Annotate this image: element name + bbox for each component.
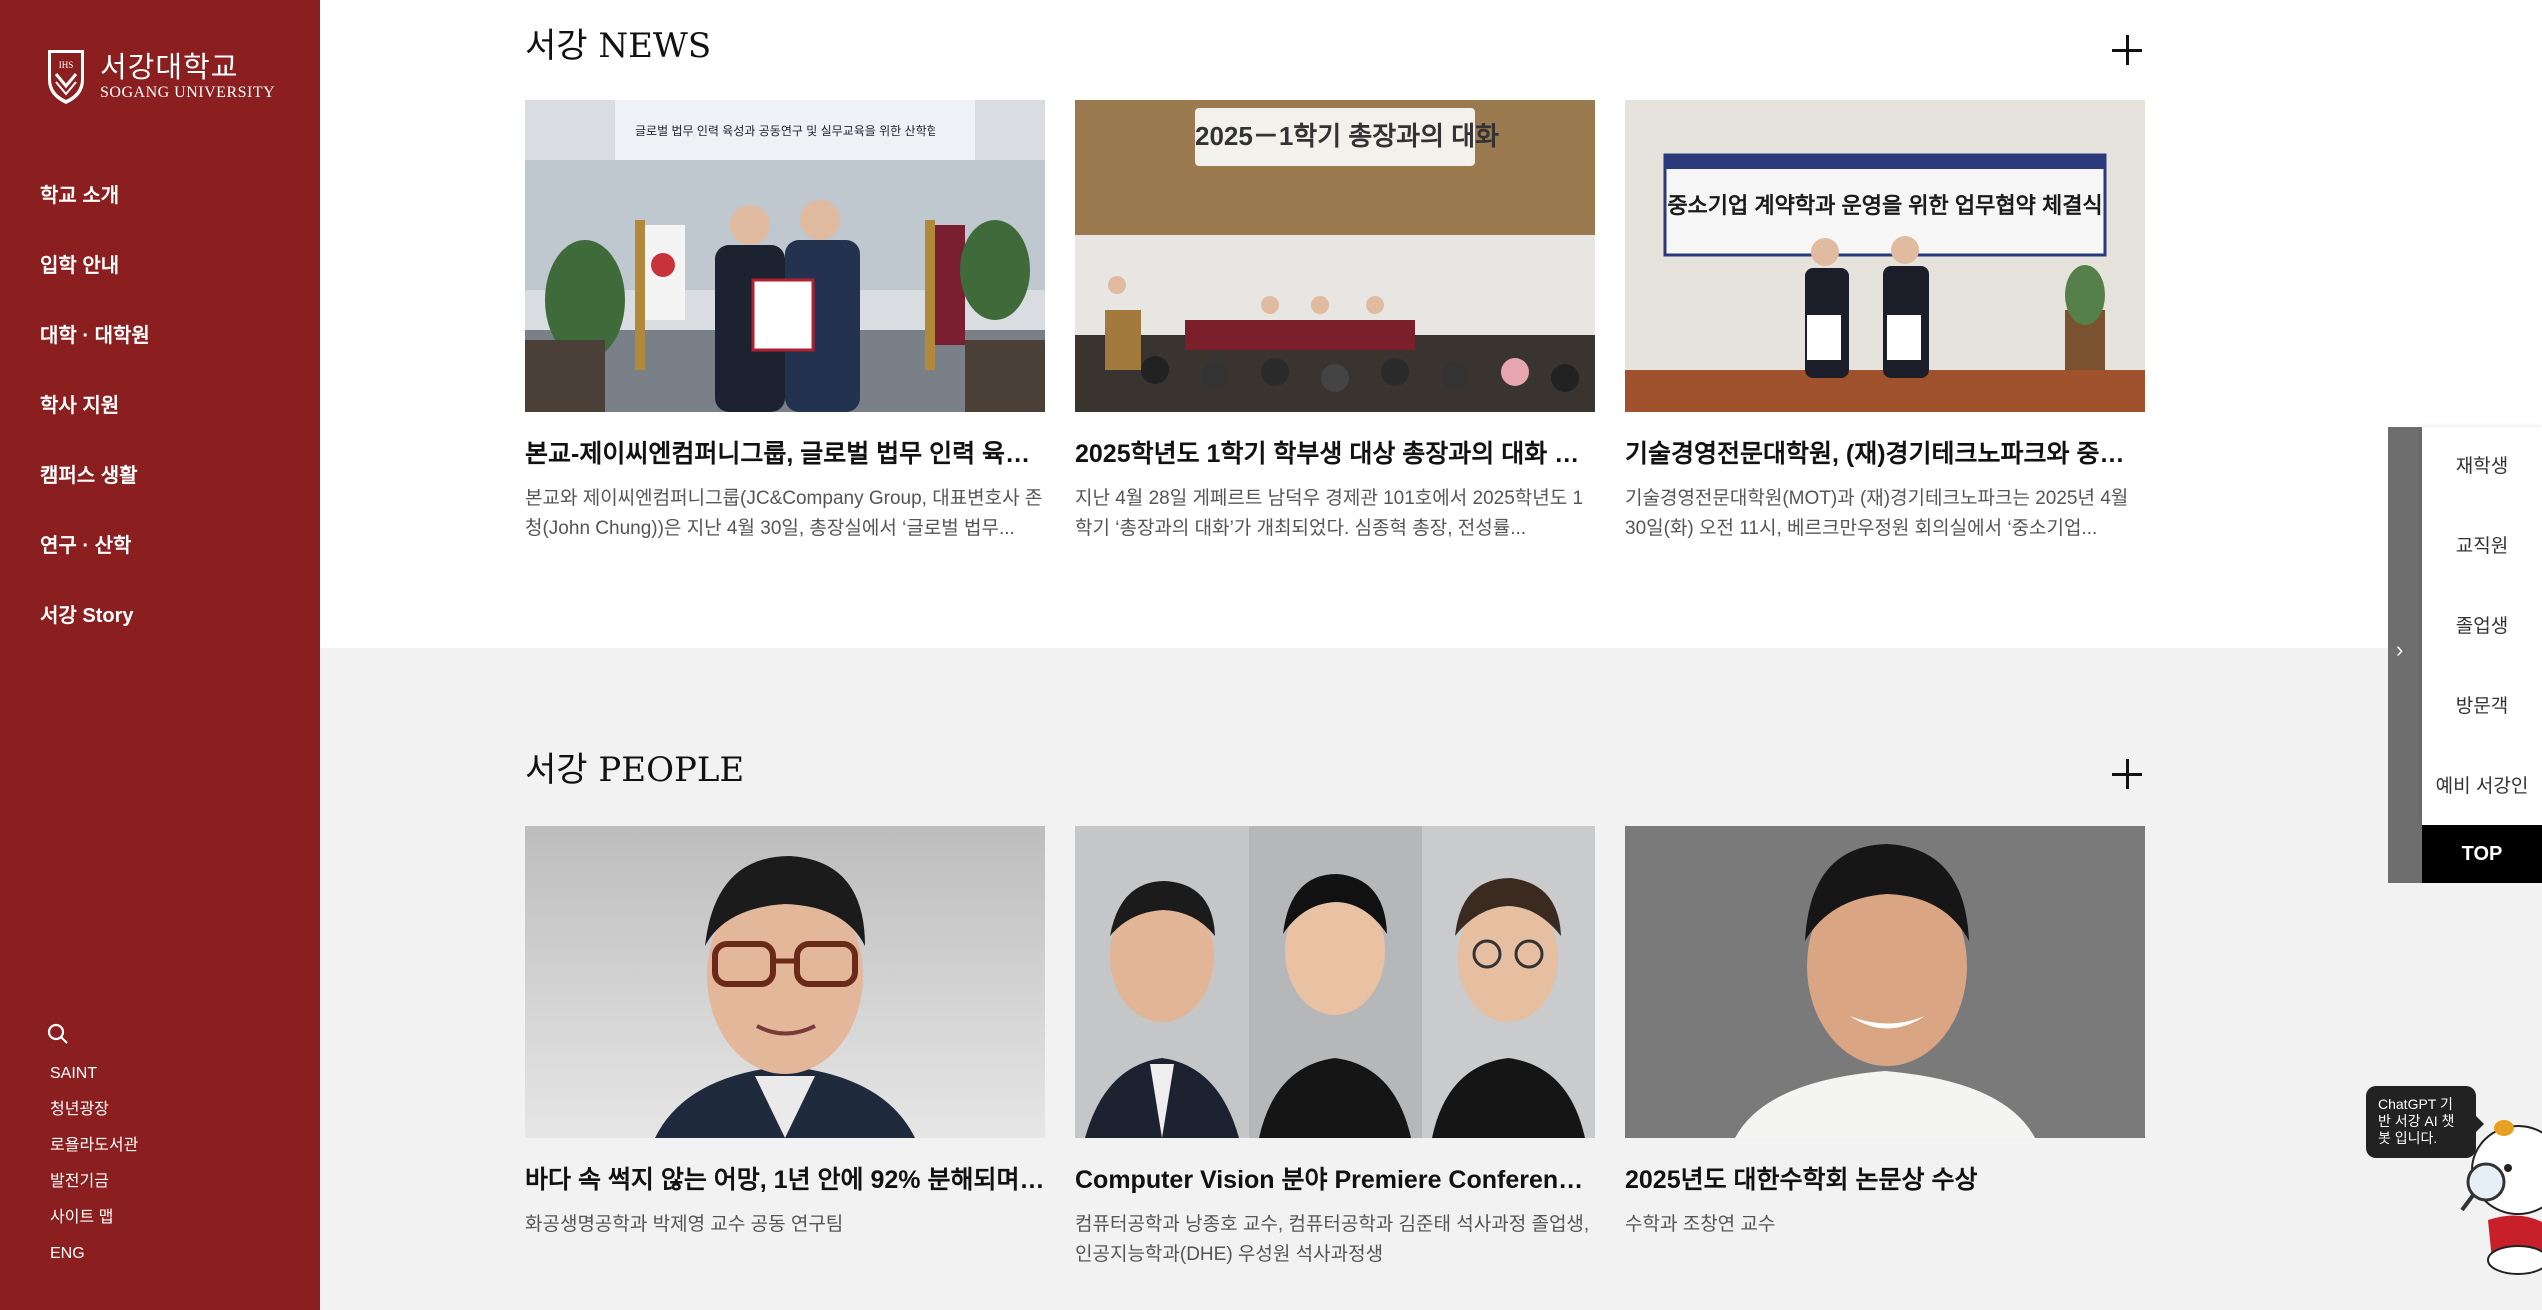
- quick-link-students[interactable]: 재학생: [2422, 427, 2542, 507]
- util-link-library[interactable]: 로욜라도서관: [46, 1128, 138, 1164]
- people-more-plus-icon[interactable]: [2112, 758, 2144, 790]
- news-banner-text: 2025－1학기 총장과의 대화: [1195, 121, 1500, 151]
- news-card-image: 글로벌 법무 인력 육성과 공동연구 및 실무교육을 위한 산학협력 협정식: [525, 100, 1045, 412]
- nav-item-story[interactable]: 서강 Story: [40, 598, 150, 668]
- people-card[interactable]: 바다 속 썩지 않는 어망, 1년 안에 92% 분해되며 튼튼한 어망 개발 …: [525, 826, 1045, 1240]
- util-link-saint[interactable]: SAINT: [46, 1056, 138, 1092]
- util-link-sitemap[interactable]: 사이트 맵: [46, 1200, 138, 1236]
- news-more-plus-icon[interactable]: [2112, 34, 2144, 66]
- nav-item-campus-life[interactable]: 캠퍼스 생활: [40, 458, 150, 528]
- news-banner-text: 중소기업 계약학과 운영을 위한 업무협약 체결식: [1667, 193, 2103, 218]
- people-card-title: Computer Vision 분야 Premiere Conference 논…: [1075, 1166, 1595, 1194]
- people-section: 서강 PEOPLE 바다 속 썩지 않는 어망, 1년 안에 92% 분해되며 …: [320, 648, 2542, 1310]
- news-card[interactable]: 글로벌 법무 인력 육성과 공동연구 및 실무교육을 위한 산학협력 협정식 본…: [525, 100, 1045, 544]
- people-card-title: 2025년도 대한수학회 논문상 수상: [1625, 1166, 1978, 1194]
- news-card-desc: 기술경영전문대학원(MOT)과 (재)경기테크노파크는 2025년 4월 30일…: [1625, 488, 2129, 539]
- people-card-image: [1075, 826, 1595, 1138]
- sogang-seal-icon: IHS: [48, 50, 84, 104]
- chatbot-mascot-icon[interactable]: [2448, 1110, 2542, 1310]
- news-section: 서강 NEWS 글로벌 법무 인력 육성과 공동연구 및 실무교육을 위한 산학…: [320, 0, 2542, 648]
- util-link-eng[interactable]: ENG: [46, 1236, 138, 1272]
- people-card-image: [1625, 826, 2145, 1138]
- news-card-title: 2025학년도 1학기 학부생 대상 총장과의 대화 진행: [1075, 440, 1595, 468]
- search-icon[interactable]: [46, 1020, 70, 1048]
- chevron-right-icon: ›: [2396, 637, 2404, 662]
- nav-item-admission[interactable]: 입학 안내: [40, 248, 150, 318]
- people-card[interactable]: 2025년도 대한수학회 논문상 수상 수학과 조창연 교수: [1625, 826, 2145, 1240]
- main-content: 서강 NEWS 글로벌 법무 인력 육성과 공동연구 및 실무교육을 위한 산학…: [320, 0, 2542, 1310]
- top-button[interactable]: TOP: [2422, 825, 2542, 883]
- people-card-title: 바다 속 썩지 않는 어망, 1년 안에 92% 분해되며 튼튼한 어망 개발: [525, 1166, 1045, 1194]
- people-card-desc: 컴퓨터공학과 낭종호 교수, 컴퓨터공학과 김준태 석사과정 졸업생, 인공지능…: [1075, 1214, 1590, 1265]
- quick-link-visitors[interactable]: 방문객: [2422, 667, 2542, 747]
- seal-text: IHS: [59, 60, 74, 70]
- logo-english: SOGANG UNIVERSITY: [100, 84, 276, 101]
- quick-menu: › 재학생 교직원 졸업생 방문객 예비 서강인 TOP: [2388, 427, 2542, 883]
- news-card-image: 중소기업 계약학과 운영을 위한 업무협약 체결식: [1625, 100, 2145, 412]
- nav-item-research[interactable]: 연구 · 산학: [40, 528, 150, 598]
- people-card[interactable]: Computer Vision 분야 Premiere Conference 논…: [1075, 826, 1595, 1270]
- quick-menu-list: 재학생 교직원 졸업생 방문객 예비 서강인: [2422, 427, 2542, 825]
- main-nav: 학교 소개 입학 안내 대학 · 대학원 학사 지원 캠퍼스 생활 연구 · 산…: [40, 178, 150, 668]
- news-card-title: 본교-제이씨엔컴퍼니그룹, 글로벌 법무 인력 육성과 공동연구 및 실무교육을…: [525, 440, 1045, 468]
- news-card-title: 기술경영전문대학원, (재)경기테크노파크와 중소기업 계약학과 운영을 위한 …: [1625, 440, 2145, 468]
- quick-link-prospective[interactable]: 예비 서강인: [2422, 747, 2542, 827]
- nav-item-about[interactable]: 학교 소개: [40, 178, 150, 248]
- sidebar: IHS 서강대학교 SOGANG UNIVERSITY 학교 소개 입학 안내 …: [0, 0, 320, 1310]
- news-card[interactable]: 2025－1학기 총장과의 대화 2025학년도 1학기 학부생 대상 총장과의…: [1075, 100, 1595, 544]
- nav-item-academic[interactable]: 학사 지원: [40, 388, 150, 458]
- people-section-title: 서강 PEOPLE: [525, 750, 745, 790]
- news-banner-text: 글로벌 법무 인력 육성과 공동연구 및 실무교육을 위한 산학협력 협정식: [635, 124, 935, 138]
- logo-korean: 서강대학교: [100, 50, 239, 84]
- util-link-fund[interactable]: 발전기금: [46, 1164, 138, 1200]
- nav-item-colleges[interactable]: 대학 · 대학원: [40, 318, 150, 388]
- news-card-image: 2025－1학기 총장과의 대화: [1075, 100, 1595, 412]
- news-card-desc: 지난 4월 28일 게페르트 남덕우 경제관 101호에서 2025학년도 1학…: [1075, 488, 1584, 539]
- people-card-image: [525, 826, 1045, 1138]
- logo[interactable]: IHS 서강대학교 SOGANG UNIVERSITY: [44, 46, 275, 108]
- people-card-desc: 화공생명공학과 박제영 교수 공동 연구팀: [525, 1214, 844, 1235]
- news-card-desc: 본교와 제이씨엔컴퍼니그룹(JC&Company Group, 대표변호사 존청…: [525, 488, 1043, 539]
- util-link-youth-square[interactable]: 청년광장: [46, 1092, 138, 1128]
- quick-link-alumni[interactable]: 졸업생: [2422, 587, 2542, 667]
- people-card-desc: 수학과 조창연 교수: [1625, 1214, 1776, 1235]
- news-card[interactable]: 중소기업 계약학과 운영을 위한 업무협약 체결식 기술경영전문대학원, (재)…: [1625, 100, 2145, 544]
- utility-links: SAINT 청년광장 로욜라도서관 발전기금 사이트 맵 ENG: [46, 1020, 138, 1272]
- news-section-title: 서강 NEWS: [525, 26, 712, 66]
- quick-link-staff[interactable]: 교직원: [2422, 507, 2542, 587]
- quick-menu-toggle[interactable]: ›: [2388, 427, 2422, 883]
